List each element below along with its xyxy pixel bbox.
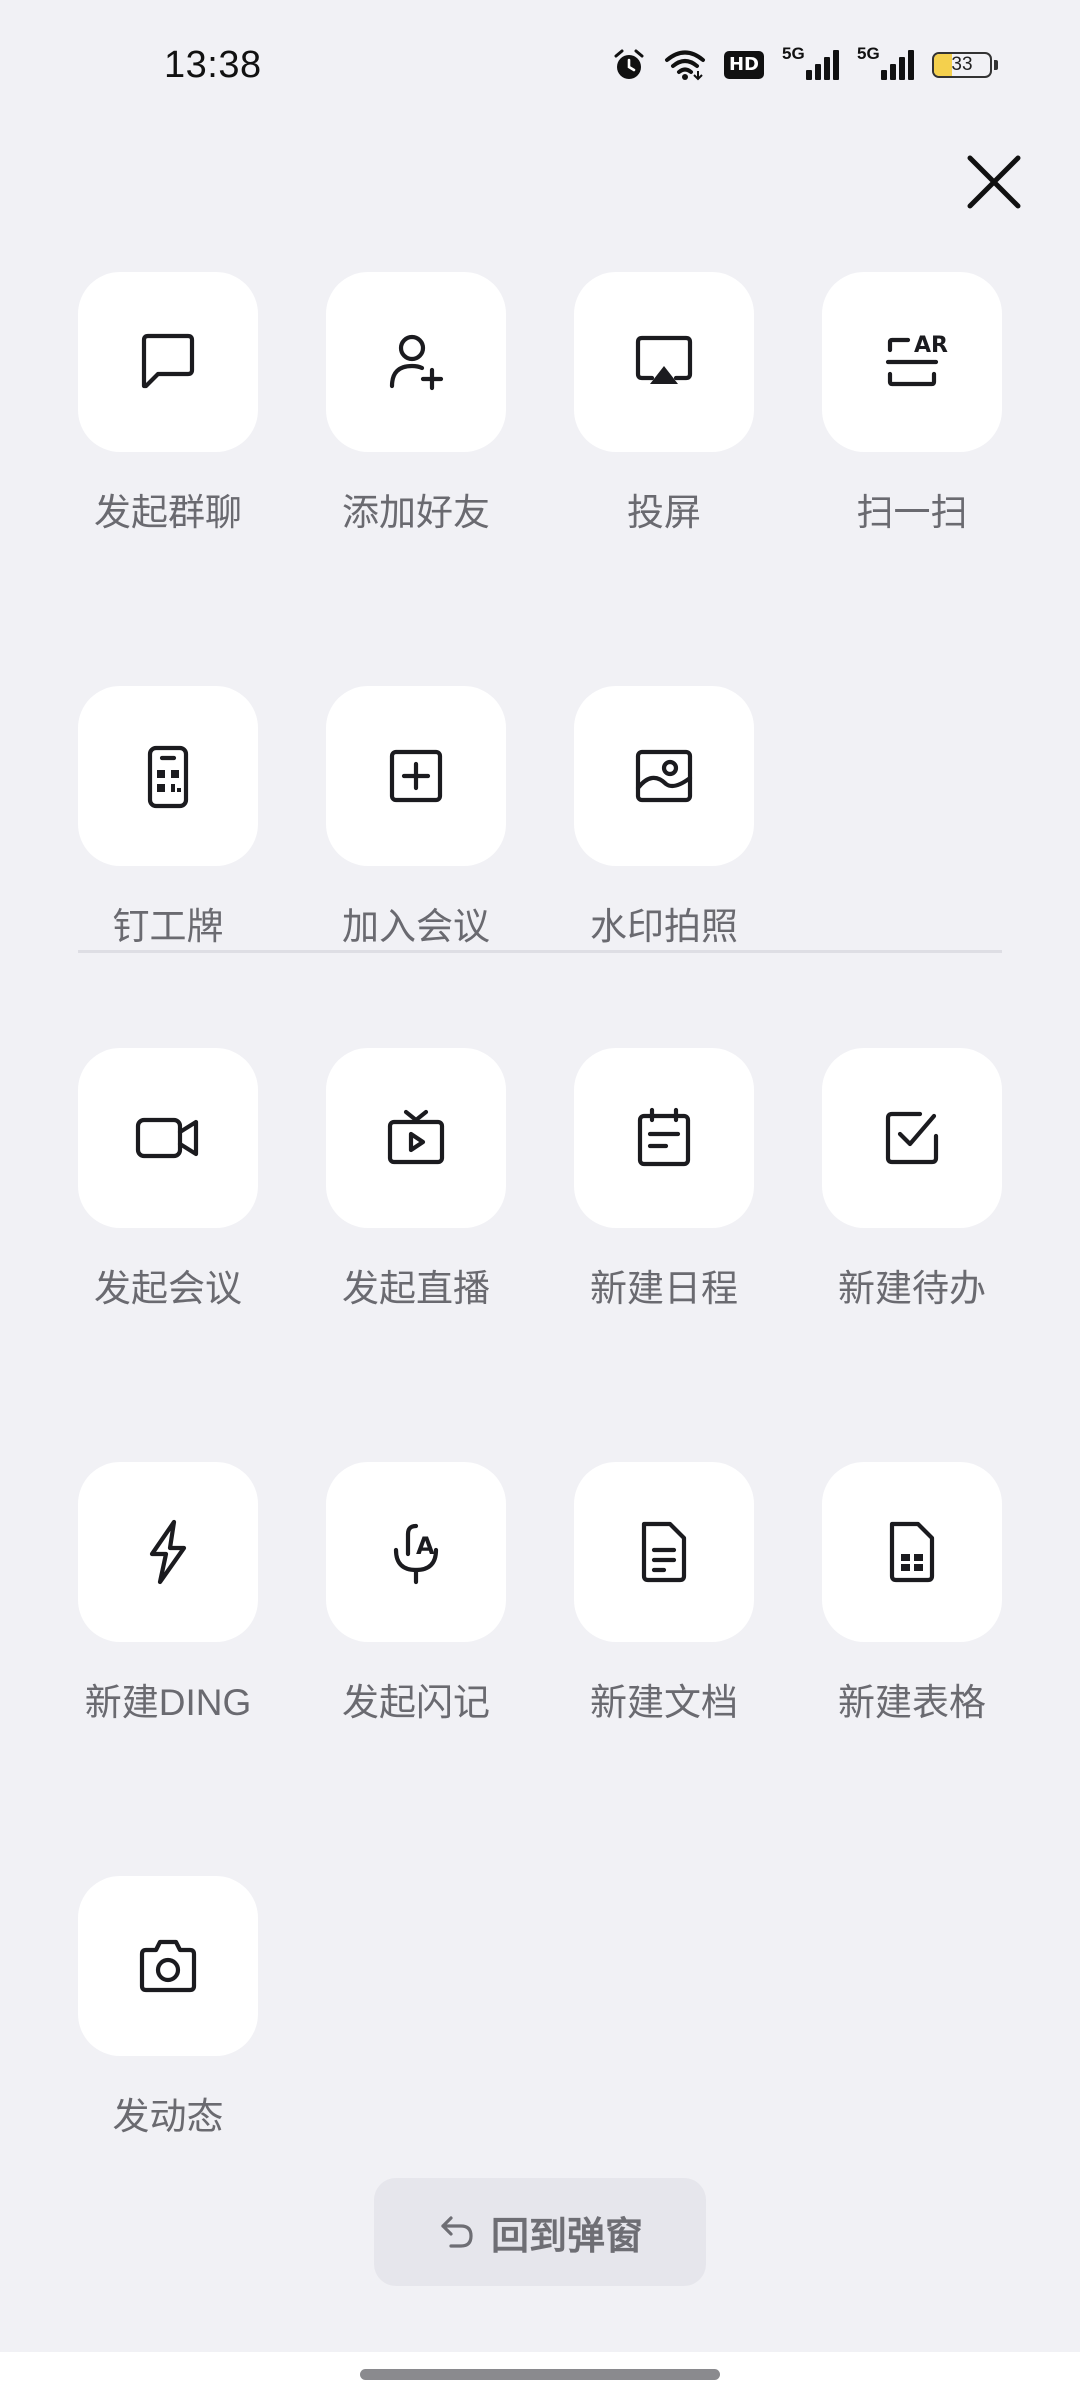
- mic-text-icon: A: [393, 1523, 439, 1585]
- return-arrow-icon: [441, 2216, 473, 2248]
- tile-label: 投屏: [627, 492, 701, 533]
- chat-bubble-icon: [141, 333, 195, 389]
- tile-label: 新建日程: [590, 1268, 738, 1309]
- alarm-icon: [612, 48, 646, 82]
- tile-icon-box[interactable]: [78, 1462, 258, 1642]
- tile-label: 发动态: [112, 2096, 224, 2137]
- action-tile-plus-square[interactable]: 加入会议: [326, 686, 506, 950]
- hd-voice-icon: HD: [723, 51, 764, 79]
- tile-icon-box[interactable]: [326, 686, 506, 866]
- tile-label: 发起会议: [94, 1268, 242, 1309]
- tile-label: 加入会议: [342, 906, 490, 947]
- action-tile-live-tv[interactable]: 发起直播: [326, 1048, 506, 1312]
- tile-icon-box[interactable]: [822, 1462, 1002, 1642]
- action-tile-calendar[interactable]: 新建日程: [574, 1048, 754, 1312]
- screen-cast-icon: [635, 335, 693, 384]
- document-icon: [641, 1521, 687, 1583]
- ar-scan-icon: AR: [885, 333, 948, 387]
- tile-label: 发起闪记: [342, 1682, 490, 1723]
- action-tile-lightning[interactable]: 新建DING: [78, 1462, 258, 1726]
- close-icon: [967, 155, 1021, 209]
- add-user-icon: [389, 334, 444, 391]
- create-actions-section: 发起会议 发起直播 新建日程 新建待办新建DING A 发起闪记 新建文档 新建表格发动态: [78, 1048, 1004, 2140]
- action-tile-spreadsheet[interactable]: 新建表格: [822, 1462, 1002, 1726]
- action-tile-checkbox[interactable]: 新建待办: [822, 1048, 1002, 1312]
- tile-icon-box[interactable]: AR: [822, 272, 1002, 452]
- action-tile-badge-card[interactable]: 钉工牌: [78, 686, 258, 950]
- tile-label: 新建表格: [838, 1682, 986, 1723]
- svg-text:AR: AR: [914, 333, 948, 358]
- tile-icon-box[interactable]: [326, 1048, 506, 1228]
- action-tile-add-user[interactable]: 添加好友: [326, 272, 506, 536]
- status-time: 13:38: [164, 44, 262, 86]
- tile-label: 发起直播: [342, 1268, 490, 1309]
- lightning-icon: [149, 1519, 187, 1585]
- action-tile-mic-text[interactable]: A 发起闪记: [326, 1462, 506, 1726]
- action-tile-watermark-photo[interactable]: 水印拍照: [574, 686, 754, 950]
- tile-label: 新建待办: [838, 1268, 986, 1309]
- tile-icon-box[interactable]: [574, 1048, 754, 1228]
- watermark-photo-icon: [635, 749, 693, 803]
- action-tile-screen-cast[interactable]: 投屏: [574, 272, 754, 536]
- tile-label: 钉工牌: [112, 906, 224, 947]
- action-tile-document[interactable]: 新建文档: [574, 1462, 754, 1726]
- tile-icon-box[interactable]: [78, 1048, 258, 1228]
- home-indicator[interactable]: [360, 2369, 720, 2380]
- wifi-icon: [664, 49, 706, 81]
- return-to-popup-button[interactable]: 回到弹窗: [374, 2178, 706, 2286]
- tile-icon-box[interactable]: [78, 686, 258, 866]
- plus-square-icon: [389, 749, 443, 803]
- tile-icon-box[interactable]: [78, 272, 258, 452]
- badge-card-icon: [147, 745, 189, 809]
- create-actions-grid: 发起会议 发起直播 新建日程 新建待办新建DING A 发起闪记 新建文档 新建表格发动态: [78, 1048, 1004, 2140]
- action-tile-camera[interactable]: 发动态: [78, 1876, 258, 2140]
- tile-label: 扫一扫: [856, 492, 968, 533]
- status-icons: HD 5G 5G 33: [612, 44, 998, 82]
- action-tile-ar-scan[interactable]: AR 扫一扫: [822, 272, 1002, 536]
- tile-icon-box[interactable]: [574, 272, 754, 452]
- navigation-bar: [0, 2352, 1080, 2400]
- svg-text:A: A: [416, 1532, 435, 1560]
- signal-5g-icon: 5G: [782, 44, 839, 80]
- tile-label: 新建DING: [84, 1682, 252, 1723]
- battery-icon: 33: [932, 52, 992, 78]
- tile-icon-box[interactable]: [822, 1048, 1002, 1228]
- quick-actions-grid: 发起群聊 添加好友 投屏 AR 扫一扫钉工牌 加入会议 水印拍照: [78, 272, 1004, 950]
- video-camera-icon: [135, 1117, 199, 1159]
- section-divider: [78, 950, 1002, 953]
- tile-icon-box[interactable]: A: [326, 1462, 506, 1642]
- tile-label: 新建文档: [590, 1682, 738, 1723]
- close-button[interactable]: [956, 144, 1032, 220]
- status-bar: 13:38 HD 5G 5G 33: [0, 0, 1080, 140]
- camera-icon: [139, 1939, 197, 1993]
- quick-actions-section: 发起群聊 添加好友 投屏 AR 扫一扫钉工牌 加入会议 水印拍照: [78, 272, 1004, 950]
- calendar-icon: [637, 1107, 691, 1167]
- checkbox-icon: [885, 1111, 939, 1165]
- action-tile-chat-bubble[interactable]: 发起群聊: [78, 272, 258, 536]
- tile-icon-box[interactable]: [78, 1876, 258, 2056]
- live-tv-icon: [387, 1109, 445, 1165]
- action-tile-video-camera[interactable]: 发起会议: [78, 1048, 258, 1312]
- tile-icon-box[interactable]: [326, 272, 506, 452]
- tile-label: 发起群聊: [94, 492, 242, 533]
- tile-icon-box[interactable]: [574, 1462, 754, 1642]
- spreadsheet-icon: [889, 1521, 935, 1583]
- battery-tip: [994, 60, 998, 70]
- tile-icon-box[interactable]: [574, 686, 754, 866]
- signal-5g-icon: 5G: [857, 44, 914, 80]
- return-button-label: 回到弹窗: [490, 2215, 643, 2258]
- tile-label: 水印拍照: [590, 906, 738, 947]
- tile-label: 添加好友: [342, 492, 490, 533]
- battery-level: 33: [951, 54, 973, 75]
